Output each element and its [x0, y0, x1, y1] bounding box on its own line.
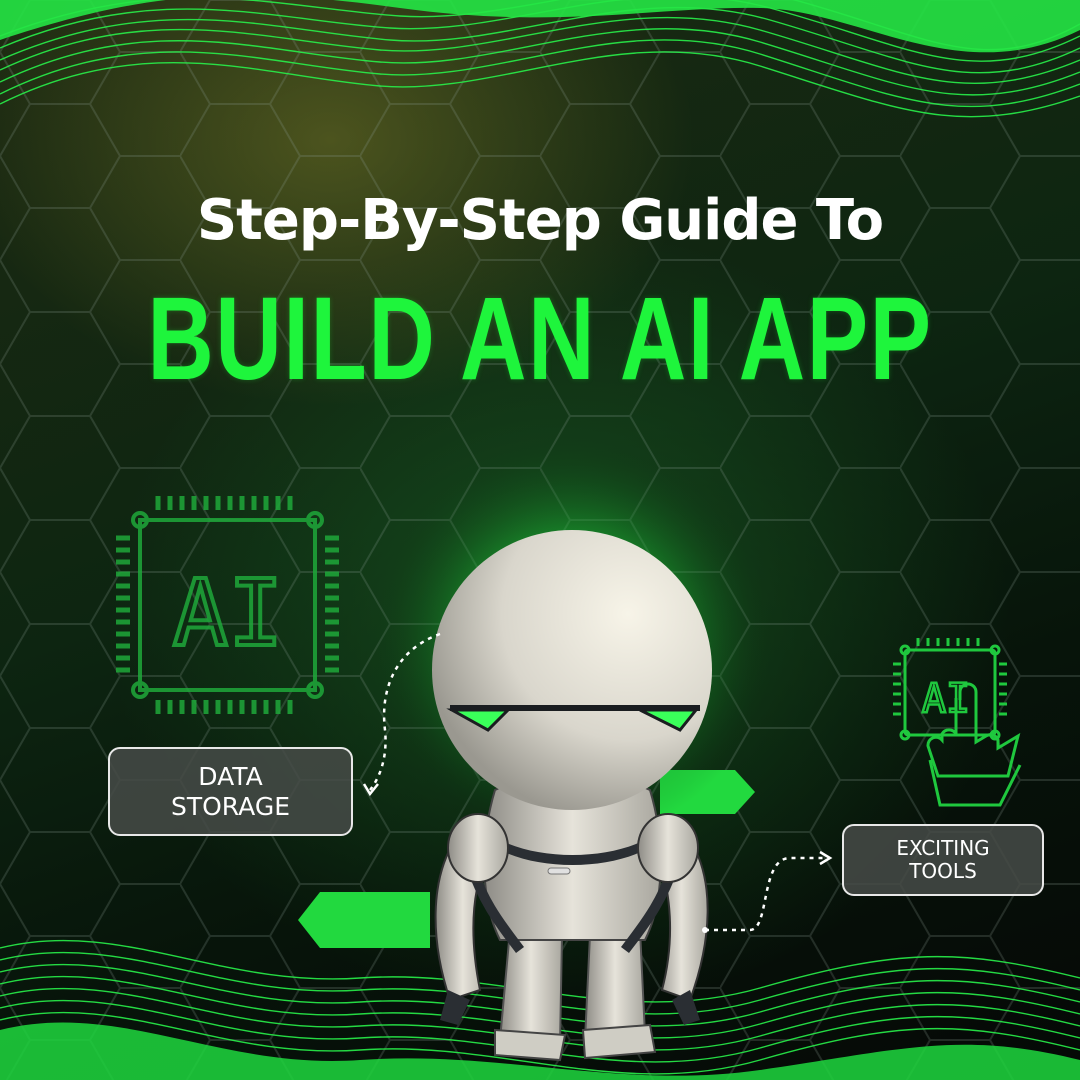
data-storage-line1: DATA — [198, 761, 263, 791]
background-graphics: AI AI — [0, 0, 1080, 1080]
exciting-tools-line1: EXCITING — [896, 836, 990, 860]
chip-label-small: AI — [922, 676, 970, 722]
main-title: BUILD AN AI APP — [147, 273, 933, 405]
green-arrow-left — [298, 892, 430, 948]
exciting-tools-line2: TOOLS — [909, 859, 977, 883]
data-storage-label: DATA STORAGE — [108, 747, 353, 836]
exciting-tools-label: EXCITING TOOLS — [842, 824, 1044, 896]
data-storage-line2: STORAGE — [170, 791, 290, 821]
headline: Step-By-Step Guide To — [196, 188, 884, 253]
poster: AI AI Step-By-Step Guide To BUILD AN AI … — [0, 0, 1080, 1080]
chip-label: AI — [173, 560, 284, 667]
robot-head — [432, 530, 712, 810]
